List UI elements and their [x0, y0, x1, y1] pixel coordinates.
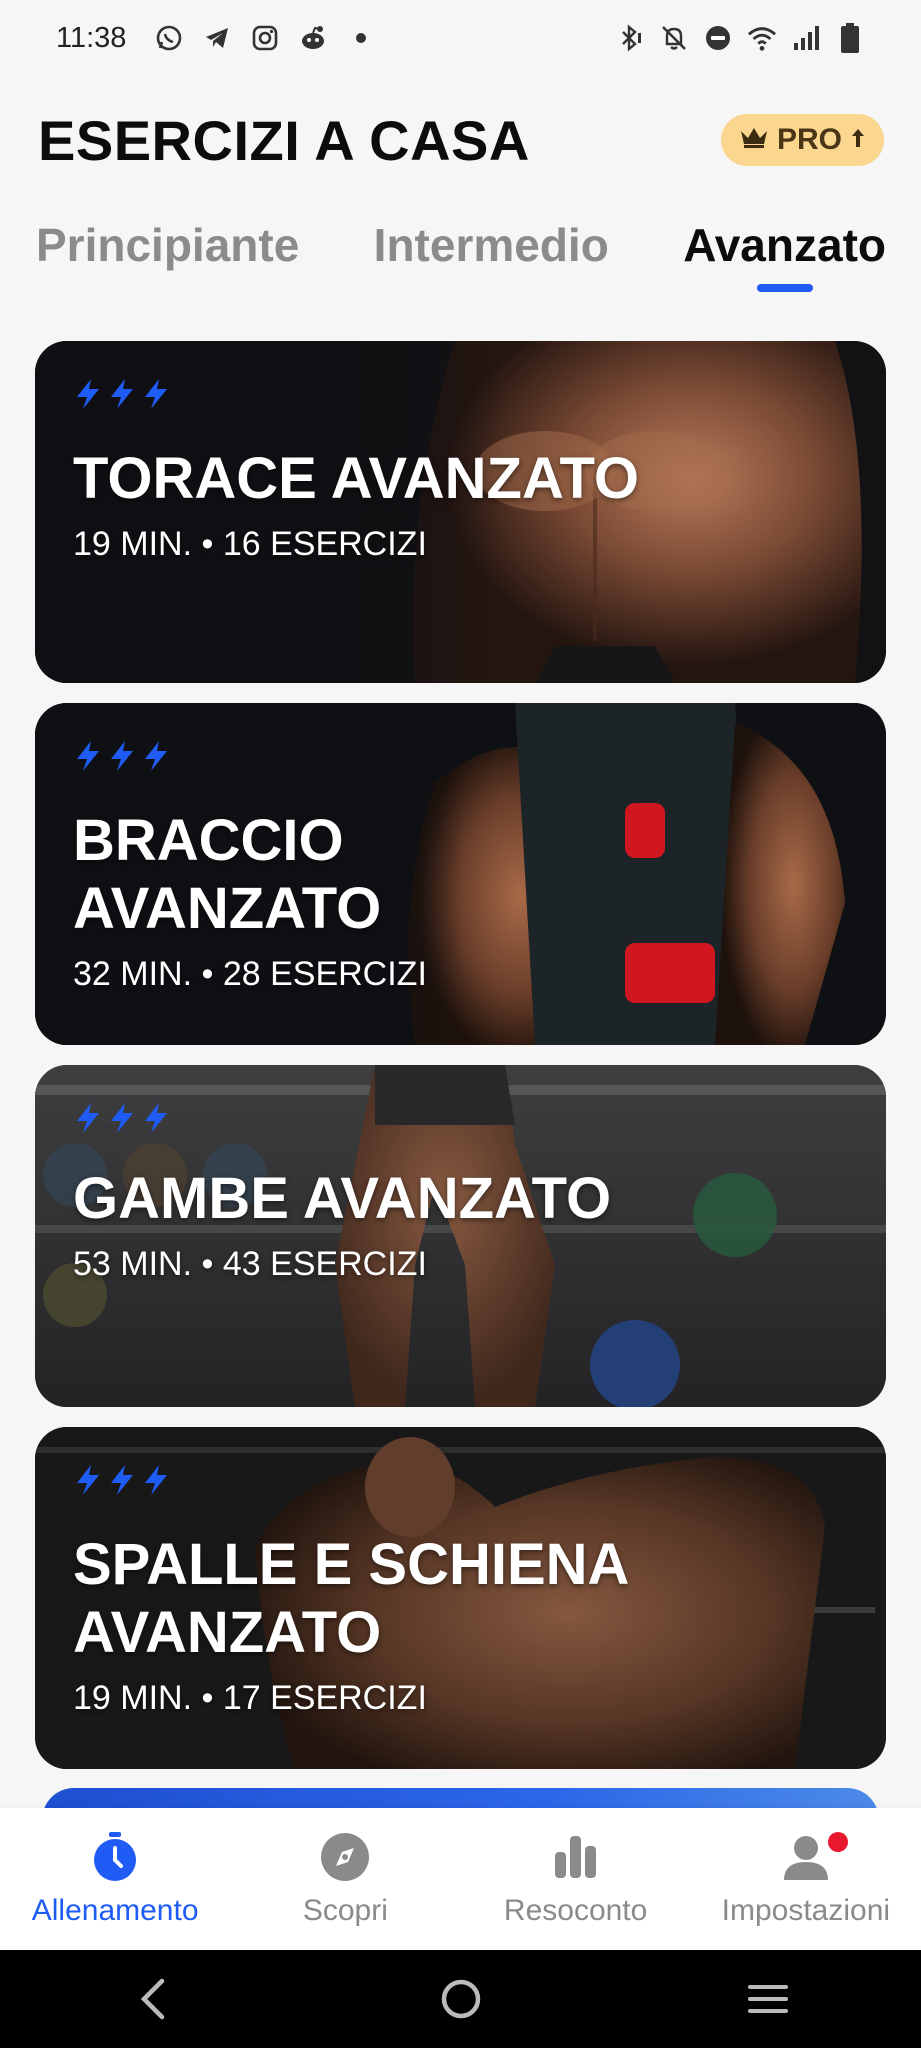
system-nav-bar	[0, 1950, 921, 2048]
workout-title: BRACCIO AVANZATO	[73, 808, 382, 941]
instagram-icon	[250, 23, 280, 53]
bolt-icon	[145, 741, 167, 771]
bottom-nav: Allenamento Scopri Resoconto Impostazion…	[0, 1808, 921, 1950]
recents-button[interactable]	[728, 1969, 808, 2029]
nav-label: Impostazioni	[721, 1894, 891, 1927]
level-indicator	[73, 739, 856, 773]
status-bar: 11:38	[0, 0, 921, 76]
nav-label: Scopri	[302, 1894, 388, 1927]
nav-scopri[interactable]: Scopri	[235, 1830, 455, 1928]
level-indicator	[73, 1101, 856, 1135]
page-title: ESERCIZI A CASA	[38, 108, 530, 172]
bolt-icon	[145, 379, 167, 409]
back-button[interactable]	[114, 1969, 194, 2029]
workout-meta: 53 MIN. • 43 ESERCIZI	[73, 1245, 427, 1283]
workout-title: TORACE AVANZATO	[73, 446, 640, 511]
workout-list: TORACE AVANZATO 19 MIN. • 16 ESERCIZI BR…	[35, 341, 886, 1789]
arrow-up-icon	[850, 123, 866, 157]
bolt-icon	[111, 1465, 133, 1495]
notification-badge	[827, 1832, 848, 1852]
bolt-icon	[145, 1103, 167, 1133]
nav-allenamento[interactable]: Allenamento	[5, 1830, 225, 1928]
header: ESERCIZI A CASA PRO	[38, 100, 884, 180]
home-icon	[441, 1979, 480, 2019]
crown-icon	[739, 123, 769, 157]
level-tabs: Principiante Intermedio Avanzato	[36, 218, 886, 298]
mute-icon	[659, 23, 689, 53]
workout-title: SPALLE E SCHIENA AVANZATO	[73, 1532, 628, 1665]
recents-icon	[747, 1985, 788, 2013]
status-time: 11:38	[56, 21, 127, 54]
wifi-icon	[747, 23, 777, 53]
workout-title: GAMBE AVANZATO	[73, 1166, 612, 1231]
back-icon	[140, 1978, 164, 2020]
workout-card-spalle-schiena[interactable]: SPALLE E SCHIENA AVANZATO 19 MIN. • 17 E…	[35, 1427, 886, 1769]
bolt-icon	[111, 741, 133, 771]
compass-icon	[321, 1833, 370, 1881]
pro-label: PRO	[776, 123, 842, 156]
workout-meta: 19 MIN. • 16 ESERCIZI	[73, 525, 427, 563]
bolt-icon	[77, 741, 99, 771]
bolt-icon	[77, 379, 99, 409]
workout-meta: 32 MIN. • 28 ESERCIZI	[73, 955, 427, 993]
tab-avanzato[interactable]: Avanzato	[683, 218, 886, 292]
bolt-icon	[111, 1103, 133, 1133]
bar-chart-icon	[554, 1836, 596, 1878]
stopwatch-icon	[94, 1832, 137, 1881]
tab-principiante[interactable]: Principiante	[36, 218, 299, 272]
home-button[interactable]	[421, 1969, 501, 2029]
level-indicator	[73, 1463, 856, 1497]
workout-card-torace[interactable]: TORACE AVANZATO 19 MIN. • 16 ESERCIZI	[35, 341, 886, 683]
profile-icon	[783, 1836, 828, 1880]
workout-card-gambe[interactable]: GAMBE AVANZATO 53 MIN. • 43 ESERCIZI	[35, 1065, 886, 1407]
bolt-icon	[145, 1465, 167, 1495]
nav-label: Allenamento	[31, 1894, 199, 1927]
bluetooth-icon	[615, 23, 645, 53]
level-indicator	[73, 377, 856, 411]
telegram-icon	[202, 23, 232, 53]
nav-impostazioni[interactable]: Impostazioni	[696, 1830, 916, 1928]
workout-meta: 19 MIN. • 17 ESERCIZI	[73, 1679, 427, 1717]
workout-card-braccio[interactable]: BRACCIO AVANZATO 32 MIN. • 28 ESERCIZI	[35, 703, 886, 1045]
bolt-icon	[77, 1465, 99, 1495]
pro-button[interactable]: PRO	[720, 114, 884, 166]
nav-label: Resoconto	[503, 1894, 648, 1927]
dnd-icon	[703, 23, 733, 53]
whatsapp-icon	[154, 23, 184, 53]
signal-icon	[791, 23, 821, 53]
tab-intermedio[interactable]: Intermedio	[374, 218, 609, 272]
battery-icon	[835, 23, 865, 53]
dot-icon	[346, 23, 376, 53]
reddit-icon	[298, 23, 328, 53]
bolt-icon	[77, 1103, 99, 1133]
bolt-icon	[111, 379, 133, 409]
nav-resoconto[interactable]: Resoconto	[466, 1830, 686, 1928]
